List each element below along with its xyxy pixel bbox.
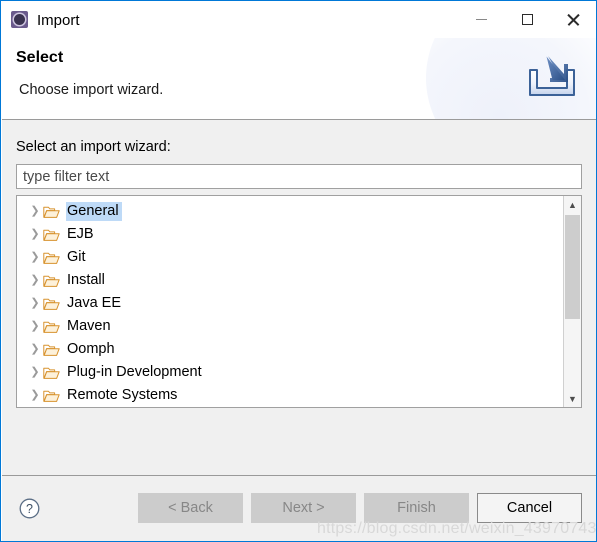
chevron-down-icon[interactable]: ▼ [564,390,581,407]
scrollbar-thumb[interactable] [565,215,580,319]
folder-icon [43,228,60,242]
maximize-icon [521,14,533,25]
help-question-icon[interactable]: ? [19,498,40,519]
tree-item-install[interactable]: ❯ Install [17,269,563,292]
svg-text:?: ? [26,502,33,516]
wizard-tree[interactable]: ❯ General ❯ EJB ❯ Git ❯ Install ❯ Java EE ❯ Maven ❯ O… [17,196,563,407]
tree-item-ejb[interactable]: ❯ EJB [17,223,563,246]
folder-icon [43,343,60,357]
chevron-right-icon[interactable]: ❯ [27,252,43,263]
folder-icon [43,320,60,334]
dialog-footer: ? < Back Next > Finish Cancel [2,476,596,541]
page-subtitle: Choose import wizard. [19,82,164,98]
next-button: Next > [251,493,356,523]
eclipse-wizard-icon [11,11,28,28]
filter-input[interactable] [16,164,582,189]
tree-item-label: Plug-in Development [67,363,202,380]
import-tray-arrow-icon [524,50,580,102]
chevron-up-icon[interactable]: ▲ [564,196,581,213]
select-wizard-label: Select an import wizard: [16,139,171,155]
tree-item-label: Maven [67,317,111,334]
chevron-right-icon[interactable]: ❯ [27,321,43,332]
chevron-right-icon[interactable]: ❯ [27,275,43,286]
folder-icon [43,366,60,380]
tree-item-label: General [66,201,122,222]
folder-icon [43,251,60,265]
wizard-tree-panel: ❯ General ❯ EJB ❯ Git ❯ Install ❯ Java EE ❯ Maven ❯ O… [16,195,582,408]
close-icon [566,13,580,27]
chevron-right-icon[interactable]: ❯ [27,367,43,378]
back-button: < Back [138,493,243,523]
title-bar: Import [1,1,596,38]
tree-item-label: Git [67,248,86,265]
minimize-icon [475,19,487,20]
window-title: Import [37,11,80,29]
chevron-right-icon[interactable]: ❯ [27,229,43,240]
tree-item-remote-systems[interactable]: ❯ Remote Systems [17,384,563,407]
maximize-button[interactable] [504,1,550,38]
folder-icon [43,205,60,219]
wizard-header: Select Choose import wizard. [2,38,596,119]
minimize-button[interactable] [458,1,504,38]
tree-item-oomph[interactable]: ❯ Oomph [17,338,563,361]
page-title: Select [16,49,64,66]
cancel-button[interactable]: Cancel [477,493,582,523]
tree-item-label: Oomph [67,340,115,357]
tree-item-plug-in-development[interactable]: ❯ Plug-in Development [17,361,563,384]
chevron-right-icon[interactable]: ❯ [27,344,43,355]
chevron-right-icon[interactable]: ❯ [27,390,43,401]
tree-item-label: Install [67,271,105,288]
tree-item-git[interactable]: ❯ Git [17,246,563,269]
folder-icon [43,274,60,288]
tree-item-label: Remote Systems [67,386,178,403]
tree-item-java-ee[interactable]: ❯ Java EE [17,292,563,315]
close-button[interactable] [550,1,596,38]
dialog-button-row: < Back Next > Finish Cancel [138,493,582,523]
tree-item-label: EJB [67,225,94,242]
finish-button: Finish [364,493,469,523]
tree-scrollbar[interactable]: ▲ ▼ [563,196,581,407]
folder-icon [43,389,60,403]
chevron-right-icon[interactable]: ❯ [27,298,43,309]
folder-icon [43,297,60,311]
tree-item-maven[interactable]: ❯ Maven [17,315,563,338]
window-controls [458,1,596,38]
chevron-right-icon[interactable]: ❯ [27,206,43,217]
dialog-body: Select an import wizard: ❯ General ❯ EJB ❯ Gi… [2,120,596,475]
tree-item-label: Java EE [67,294,121,311]
tree-item-general[interactable]: ❯ General [17,200,563,223]
import-wizard-dialog: Import Select Choose import wizard. Sele… [0,0,597,542]
